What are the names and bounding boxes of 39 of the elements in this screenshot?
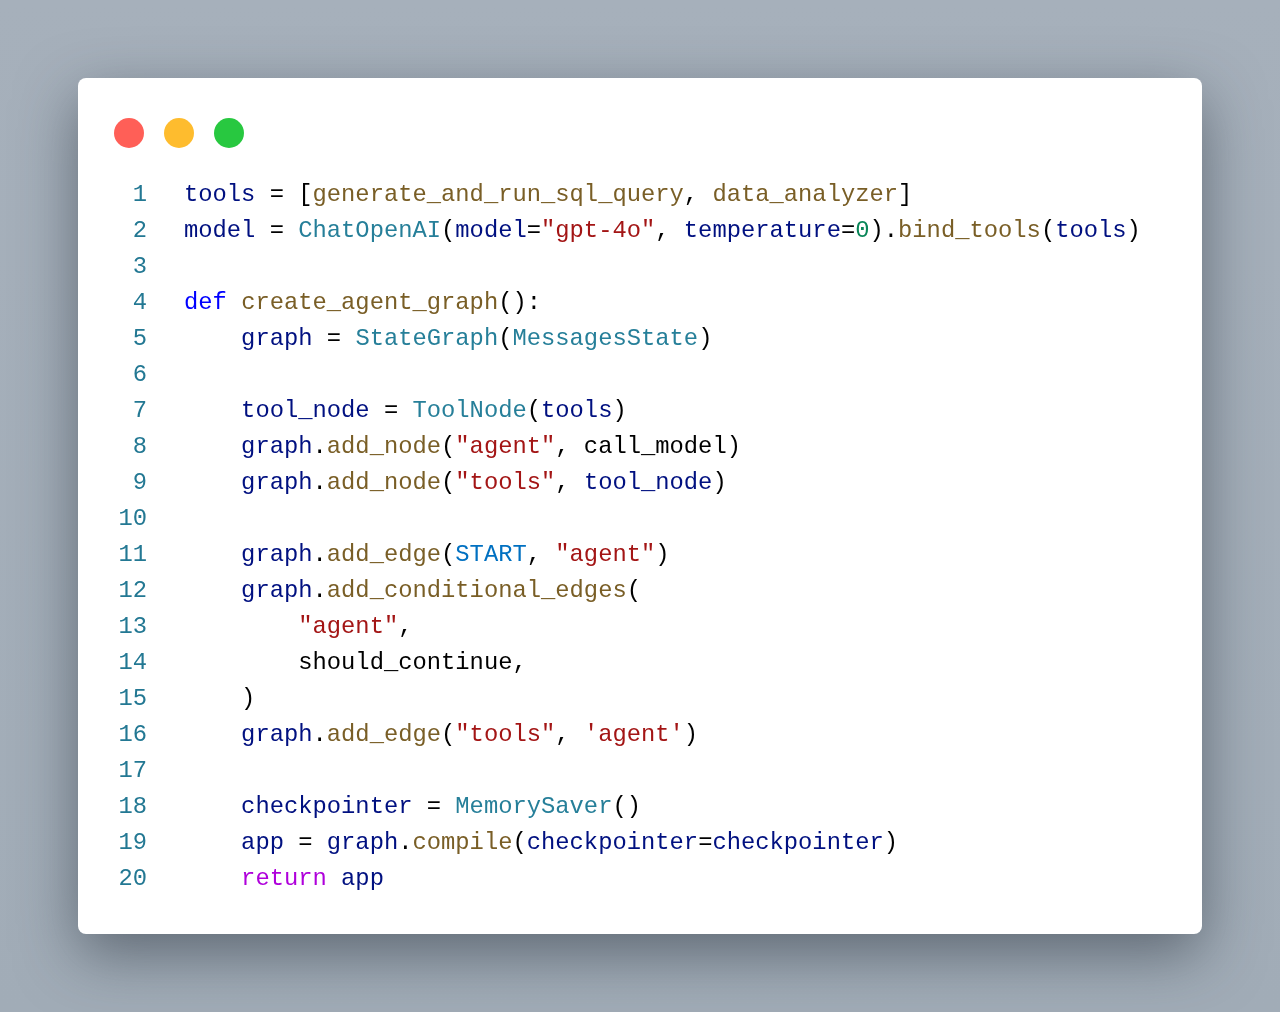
- line-number: 1: [131, 180, 147, 210]
- line-number: 4: [131, 288, 147, 318]
- line-number: 14: [117, 648, 147, 678]
- code-line: graph.add_edge(START, "agent"): [240, 540, 670, 570]
- line-number: 2: [131, 216, 147, 246]
- line-number: 20: [117, 864, 147, 894]
- code-line: graph.add_conditional_edges(: [240, 576, 641, 606]
- line-number: 18: [117, 792, 147, 822]
- line-number: 3: [131, 252, 147, 282]
- code-line: graph = StateGraph(MessagesState): [240, 324, 713, 354]
- minimize-button[interactable]: [164, 118, 194, 148]
- code-line: model = ChatOpenAI(model="gpt-4o", temperature=0).bind_tools(tools): [184, 216, 1141, 246]
- line-number: 10: [117, 504, 147, 534]
- code-line: tools = [generate_and_run_sql_query, data_analyzer]: [184, 180, 913, 210]
- line-number: 5: [131, 324, 147, 354]
- line-number: 17: [117, 756, 147, 786]
- line-number: 15: [117, 684, 147, 714]
- code-line: return app: [240, 864, 384, 894]
- code-line: "agent",: [297, 612, 413, 642]
- code-line: graph.add_edge("tools", 'agent'): [240, 720, 699, 750]
- code-line: def create_agent_graph():: [184, 288, 542, 318]
- line-number: 8: [131, 432, 147, 462]
- maximize-button[interactable]: [214, 118, 244, 148]
- close-button[interactable]: [114, 118, 144, 148]
- code-line: app = graph.compile(checkpointer=checkpointer): [240, 828, 899, 858]
- code-line: tool_node = ToolNode(tools): [240, 396, 627, 426]
- line-number: 12: [117, 576, 147, 606]
- line-number: 16: [117, 720, 147, 750]
- line-number: 7: [131, 396, 147, 426]
- code-line: checkpointer = MemorySaver(): [240, 792, 641, 822]
- code-line: ): [240, 684, 256, 714]
- code-line: graph.add_node("tools", tool_node): [240, 468, 727, 498]
- line-number: 11: [117, 540, 147, 570]
- line-number: 19: [117, 828, 147, 858]
- line-number: 13: [117, 612, 147, 642]
- line-number: 6: [131, 360, 147, 390]
- code-line: should_continue,: [297, 648, 527, 678]
- line-number: 9: [131, 468, 147, 498]
- code-line: graph.add_node("agent", call_model): [240, 432, 741, 462]
